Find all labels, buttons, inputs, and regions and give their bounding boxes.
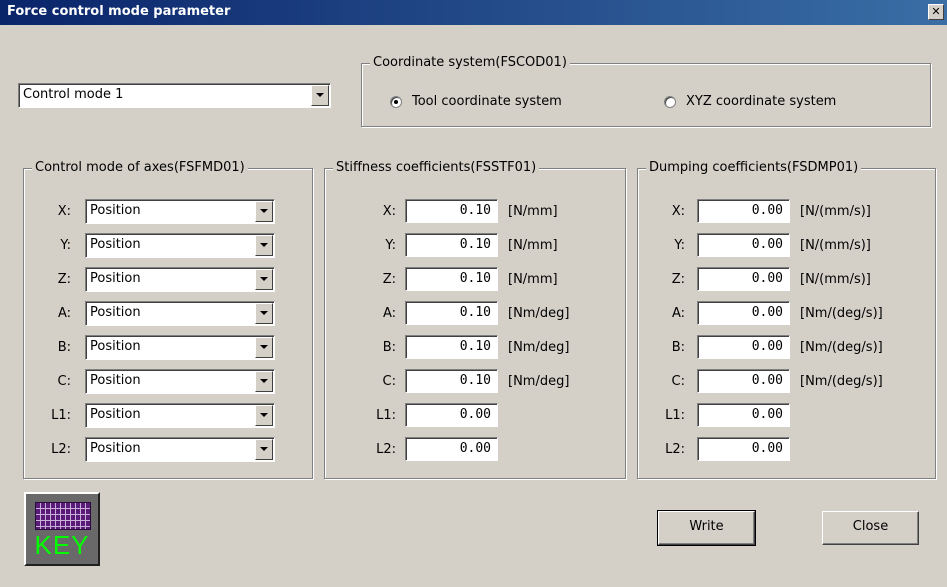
axis-label: Z:: [382, 272, 396, 287]
axis-mode-value: Position: [90, 339, 141, 354]
coordinate-system-legend: Coordinate system(FSCOD01): [370, 55, 570, 71]
control-mode-value: Control mode 1: [23, 87, 124, 102]
axis-label: B:: [57, 340, 71, 355]
dialog-window: Force control mode parameter ✕ Control m…: [0, 0, 947, 587]
dumping-input[interactable]: 0.00: [697, 301, 790, 325]
axis-mode-select[interactable]: Position: [85, 335, 275, 360]
control-mode-legend: Control mode of axes(FSFMD01): [32, 160, 248, 176]
axis-label: Z:: [57, 272, 71, 287]
axis-mode-value: Position: [90, 237, 141, 252]
chevron-down-icon[interactable]: [311, 85, 329, 106]
axis-label: B:: [671, 340, 685, 355]
stiffness-unit: [N/mm]: [508, 238, 558, 253]
xyz-coordinate-radio[interactable]: [664, 96, 676, 108]
axis-label: A:: [382, 306, 396, 321]
axis-label: A:: [671, 306, 685, 321]
chevron-down-icon[interactable]: [255, 337, 273, 358]
stiffness-unit: [N/mm]: [508, 272, 558, 287]
stiffness-input[interactable]: 0.10: [405, 199, 498, 223]
stiffness-input[interactable]: 0.10: [405, 369, 498, 393]
axis-mode-value: Position: [90, 305, 141, 320]
axis-label: L1:: [51, 408, 71, 423]
keyboard-icon[interactable]: KEY: [24, 492, 100, 566]
dumping-input[interactable]: 0.00: [697, 233, 790, 257]
axis-label: L2:: [376, 442, 396, 457]
dumping-unit: [Nm/(deg/s)]: [800, 306, 883, 321]
stiffness-legend: Stiffness coefficients(FSSTF01): [333, 160, 540, 176]
chevron-down-icon[interactable]: [255, 371, 273, 392]
dumping-input[interactable]: 0.00: [697, 267, 790, 291]
window-title: Force control mode parameter: [7, 4, 231, 19]
axis-label: L2:: [665, 442, 685, 457]
stiffness-unit: [N/mm]: [508, 204, 558, 219]
chevron-down-icon[interactable]: [255, 303, 273, 324]
stiffness-unit: [Nm/deg]: [508, 306, 570, 321]
dumping-unit: [N/(mm/s)]: [800, 272, 871, 287]
axis-mode-value: Position: [90, 271, 141, 286]
stiffness-input[interactable]: 0.10: [405, 267, 498, 291]
axis-mode-select[interactable]: Position: [85, 267, 275, 292]
stiffness-input[interactable]: 0.10: [405, 335, 498, 359]
axis-label: L1:: [376, 408, 396, 423]
key-icon-text: KEY: [34, 530, 90, 560]
dumping-input[interactable]: 0.00: [697, 369, 790, 393]
axis-label: X:: [382, 204, 396, 219]
axis-label: Y:: [674, 238, 685, 253]
axis-mode-select[interactable]: Position: [85, 403, 275, 428]
dumping-unit: [N/(mm/s)]: [800, 238, 871, 253]
chevron-down-icon[interactable]: [255, 269, 273, 290]
dumping-input[interactable]: 0.00: [697, 403, 790, 427]
dumping-unit: [Nm/(deg/s)]: [800, 340, 883, 355]
write-button[interactable]: Write: [657, 510, 756, 546]
axis-label: C:: [57, 374, 71, 389]
stiffness-unit: [Nm/deg]: [508, 374, 570, 389]
axis-label: C:: [382, 374, 396, 389]
title-bar: Force control mode parameter ✕: [0, 0, 947, 25]
chevron-down-icon[interactable]: [255, 439, 273, 460]
axis-mode-value: Position: [90, 203, 141, 218]
stiffness-input[interactable]: 0.10: [405, 233, 498, 257]
tool-coordinate-label[interactable]: Tool coordinate system: [412, 94, 562, 109]
axis-mode-select[interactable]: Position: [85, 301, 275, 326]
axis-label: Y:: [385, 238, 396, 253]
axis-label: Z:: [671, 272, 685, 287]
axis-label: C:: [671, 374, 685, 389]
close-icon[interactable]: ✕: [928, 4, 944, 20]
stiffness-input[interactable]: 0.10: [405, 301, 498, 325]
dumping-unit: [Nm/(deg/s)]: [800, 374, 883, 389]
axis-label: Y:: [60, 238, 71, 253]
dumping-input[interactable]: 0.00: [697, 437, 790, 461]
axis-label: L2:: [51, 442, 71, 457]
axis-label: A:: [57, 306, 71, 321]
chevron-down-icon[interactable]: [255, 235, 273, 256]
dumping-input[interactable]: 0.00: [697, 335, 790, 359]
xyz-coordinate-label[interactable]: XYZ coordinate system: [686, 94, 836, 109]
chevron-down-icon[interactable]: [255, 201, 273, 222]
close-button[interactable]: Close: [822, 511, 919, 545]
chevron-down-icon[interactable]: [255, 405, 273, 426]
stiffness-unit: [Nm/deg]: [508, 340, 570, 355]
control-mode-select[interactable]: Control mode 1: [18, 83, 331, 108]
stiffness-input[interactable]: 0.00: [405, 437, 498, 461]
axis-mode-select[interactable]: Position: [85, 199, 275, 224]
axis-label: B:: [382, 340, 396, 355]
axis-mode-select[interactable]: Position: [85, 437, 275, 462]
tool-coordinate-radio[interactable]: [390, 96, 402, 108]
axis-mode-value: Position: [90, 441, 141, 456]
stiffness-input[interactable]: 0.00: [405, 403, 498, 427]
axis-mode-value: Position: [90, 373, 141, 388]
dumping-input[interactable]: 0.00: [697, 199, 790, 223]
axis-mode-select[interactable]: Position: [85, 369, 275, 394]
keyboard-graphic: [35, 502, 91, 530]
dumping-legend: Dumping coefficients(FSDMP01): [646, 160, 862, 176]
axis-label: X:: [671, 204, 685, 219]
axis-label: L1:: [665, 408, 685, 423]
axis-mode-value: Position: [90, 407, 141, 422]
axis-label: X:: [57, 204, 71, 219]
axis-mode-select[interactable]: Position: [85, 233, 275, 258]
dumping-unit: [N/(mm/s)]: [800, 204, 871, 219]
